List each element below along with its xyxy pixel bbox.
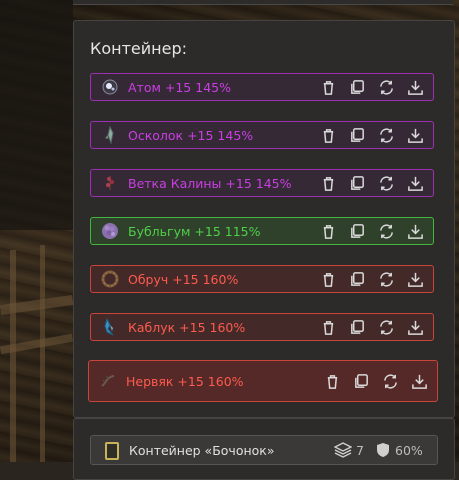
download-icon[interactable] (406, 222, 424, 240)
swap-icon[interactable] (377, 222, 395, 240)
artifact-row-bubblegum[interactable]: Бубльгум +15 115% (90, 217, 434, 245)
artifact-label: Осколок +15 145% (128, 127, 254, 143)
trash-icon[interactable] (323, 372, 341, 390)
panel-title: Контейнер: (90, 39, 188, 58)
upper-panel-edge (73, 0, 453, 5)
download-icon[interactable] (406, 174, 424, 192)
container-name: Контейнер «Бочонок» (129, 443, 275, 458)
swap-icon[interactable] (377, 270, 395, 288)
swap-icon[interactable] (377, 78, 395, 96)
slots-stat: 7 (334, 442, 364, 458)
artifact-label: Нервяк +15 160% (126, 373, 244, 389)
container-item-barrel[interactable]: Контейнер «Бочонок» 7 60% (90, 435, 438, 465)
heel-icon (100, 317, 120, 337)
atom-icon (100, 77, 120, 97)
trash-icon[interactable] (319, 270, 337, 288)
artifact-label: Атом +15 145% (128, 79, 231, 95)
copy-icon[interactable] (352, 372, 370, 390)
bubblegum-icon (100, 221, 120, 241)
barrel-container-icon (105, 442, 119, 460)
download-icon[interactable] (406, 270, 424, 288)
shield-icon (377, 443, 389, 457)
copy-icon[interactable] (348, 78, 366, 96)
artifact-row-atom[interactable]: Атом +15 145% (90, 73, 434, 101)
download-icon[interactable] (406, 78, 424, 96)
shard-icon (100, 125, 120, 145)
slots-count: 7 (356, 442, 364, 458)
artifact-label: Бубльгум +15 115% (128, 223, 261, 239)
trash-icon[interactable] (319, 222, 337, 240)
protection-stat: 60% (376, 442, 423, 458)
container-selector-panel: Контейнер «Бочонок» 7 60% (73, 418, 455, 480)
protection-value: 60% (395, 442, 423, 458)
trash-icon[interactable] (319, 318, 337, 336)
artifact-label: Каблук +15 160% (128, 319, 246, 335)
copy-icon[interactable] (348, 270, 366, 288)
copy-icon[interactable] (348, 222, 366, 240)
copy-icon[interactable] (348, 318, 366, 336)
artifact-label: Обруч +15 160% (128, 271, 239, 287)
artifact-row-nerve[interactable]: Нервяк +15 160% (88, 360, 438, 402)
artifact-row-heel[interactable]: Каблук +15 160% (90, 313, 434, 341)
download-icon[interactable] (406, 318, 424, 336)
swap-icon[interactable] (377, 174, 395, 192)
swap-icon[interactable] (377, 318, 395, 336)
hoop-icon (100, 269, 120, 289)
copy-icon[interactable] (348, 126, 366, 144)
artifact-row-shard[interactable]: Осколок +15 145% (90, 121, 434, 149)
nerve-icon (98, 371, 118, 391)
artifact-label: Ветка Калины +15 145% (128, 175, 292, 191)
viburnum-branch-icon (100, 173, 120, 193)
artifact-row-hoop[interactable]: Обруч +15 160% (90, 265, 434, 293)
trash-icon[interactable] (319, 126, 337, 144)
trash-icon[interactable] (319, 174, 337, 192)
artifact-row-viburnum-branch[interactable]: Ветка Калины +15 145% (90, 169, 434, 197)
download-icon[interactable] (406, 126, 424, 144)
download-icon[interactable] (410, 372, 428, 390)
swap-icon[interactable] (377, 126, 395, 144)
layers-icon (334, 442, 352, 458)
trash-icon[interactable] (319, 78, 337, 96)
swap-icon[interactable] (381, 372, 399, 390)
container-contents-panel: Контейнер: Атом +15 145% Осколок +15 145… (73, 20, 455, 418)
copy-icon[interactable] (348, 174, 366, 192)
